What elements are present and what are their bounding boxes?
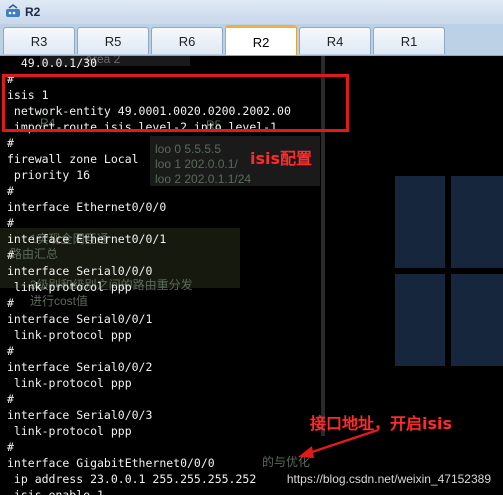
isis-config-annotation: isis配置 xyxy=(250,149,313,168)
interface-annotation: 接口地址，开启isis xyxy=(310,414,453,433)
console-line: firewall zone Local xyxy=(7,152,139,166)
tab-r2[interactable]: R2 xyxy=(225,25,297,55)
url-watermark: https://blog.csdn.net/weixin_47152389 xyxy=(286,472,491,486)
console-line: link-protocol ppp xyxy=(7,376,132,390)
tab-r4[interactable]: R4 xyxy=(299,27,371,54)
tab-r3[interactable]: R3 xyxy=(3,27,75,54)
console-line: priority 16 xyxy=(7,168,91,182)
console-line: # xyxy=(7,296,14,310)
console-line: ip address 23.0.0.1 255.255.255.252 xyxy=(7,472,257,486)
window-title: R2 xyxy=(25,5,41,19)
console-line: link-protocol ppp xyxy=(7,280,132,294)
tab-r6[interactable]: R6 xyxy=(151,27,223,54)
console-line: interface Serial0/0/3 xyxy=(7,408,153,422)
router-app-icon xyxy=(6,4,20,17)
console-line: link-protocol ppp xyxy=(7,424,132,438)
console-line: # xyxy=(7,216,14,230)
console-line: # xyxy=(7,392,14,406)
console-line: interface Ethernet0/0/0 xyxy=(7,200,167,214)
console-line: interface GigabitEthernet0/0/0 xyxy=(7,456,215,470)
console-line: # xyxy=(7,184,14,198)
tab-r1[interactable]: R1 xyxy=(373,27,445,54)
console-line: isis enable 1 xyxy=(7,488,104,495)
console-line: interface Ethernet0/0/1 xyxy=(7,232,167,246)
console-line: 49.0.0.1/30 xyxy=(7,56,98,70)
console-line: interface Serial0/0/2 xyxy=(7,360,153,374)
terminal-console[interactable]: Area 2 R4 R5 loo 0 5.5.5.5 loo 1 202.0.0… xyxy=(0,56,503,495)
device-tab-bar: R3 R5 R6 R2 R4 R1 xyxy=(0,24,503,56)
tab-r5[interactable]: R5 xyxy=(77,27,149,54)
window-titlebar: R2 xyxy=(0,0,503,25)
console-line: # xyxy=(7,136,14,150)
isis-config-highlight xyxy=(2,74,349,132)
console-line: # xyxy=(7,440,14,454)
console-line: interface Serial0/0/1 xyxy=(7,312,153,326)
console-line: # xyxy=(7,248,14,262)
console-line: # xyxy=(7,344,14,358)
windows-logo-watermark xyxy=(395,176,503,376)
console-line: link-protocol ppp xyxy=(7,328,132,342)
console-line: interface Serial0/0/0 xyxy=(7,264,153,278)
